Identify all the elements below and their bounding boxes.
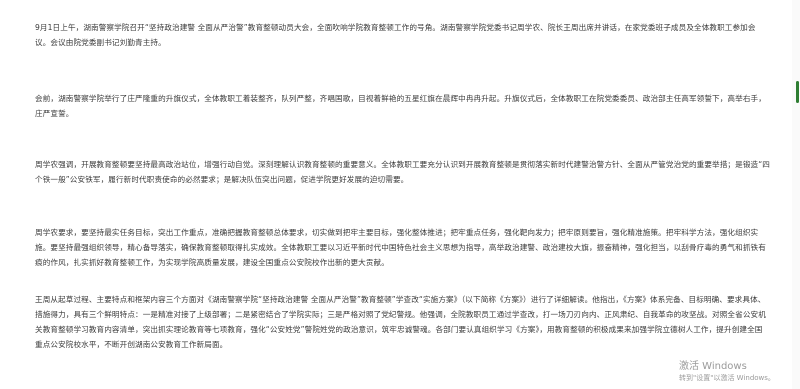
watermark-subtitle: 转到"设置"以激活 Windows。 xyxy=(679,374,775,382)
article-paragraph-5: 王周从起草过程、主要特点和框架内容三个方面对《湖南警察学院“坚持政治建警 全面从… xyxy=(35,295,766,349)
watermark-title: 激活 Windows xyxy=(679,361,747,372)
article-paragraph-2: 会前，湖南警察学院举行了庄严隆重的升旗仪式，全体教职工着装整齐，队列严整，齐唱国… xyxy=(35,94,766,118)
scrollbar-thumb[interactable] xyxy=(796,81,799,103)
windows-activation-watermark: 激活 Windows 转到"设置"以激活 Windows。 xyxy=(679,361,799,383)
article-paragraph-1: 9月1日上午，湖南警察学院召开“坚持政治建警 全面从严治警”教育整顿动员大会，全… xyxy=(35,23,756,47)
article-paragraph-4: 周学农要求，要坚持最实任务目标，突出工作重点，准确把握教育整顿总体要求，切实做到… xyxy=(35,228,766,267)
vertical-scrollbar[interactable] xyxy=(792,0,800,389)
article-paragraph-3: 周学农强调，开展教育整顿要坚持最高政治站位，增强行动自觉。深刻理解认识教育整顿的… xyxy=(35,160,770,184)
article-page: 9月1日上午，湖南警察学院召开“坚持政治建警 全面从严治警”教育整顿动员大会，全… xyxy=(0,0,800,389)
